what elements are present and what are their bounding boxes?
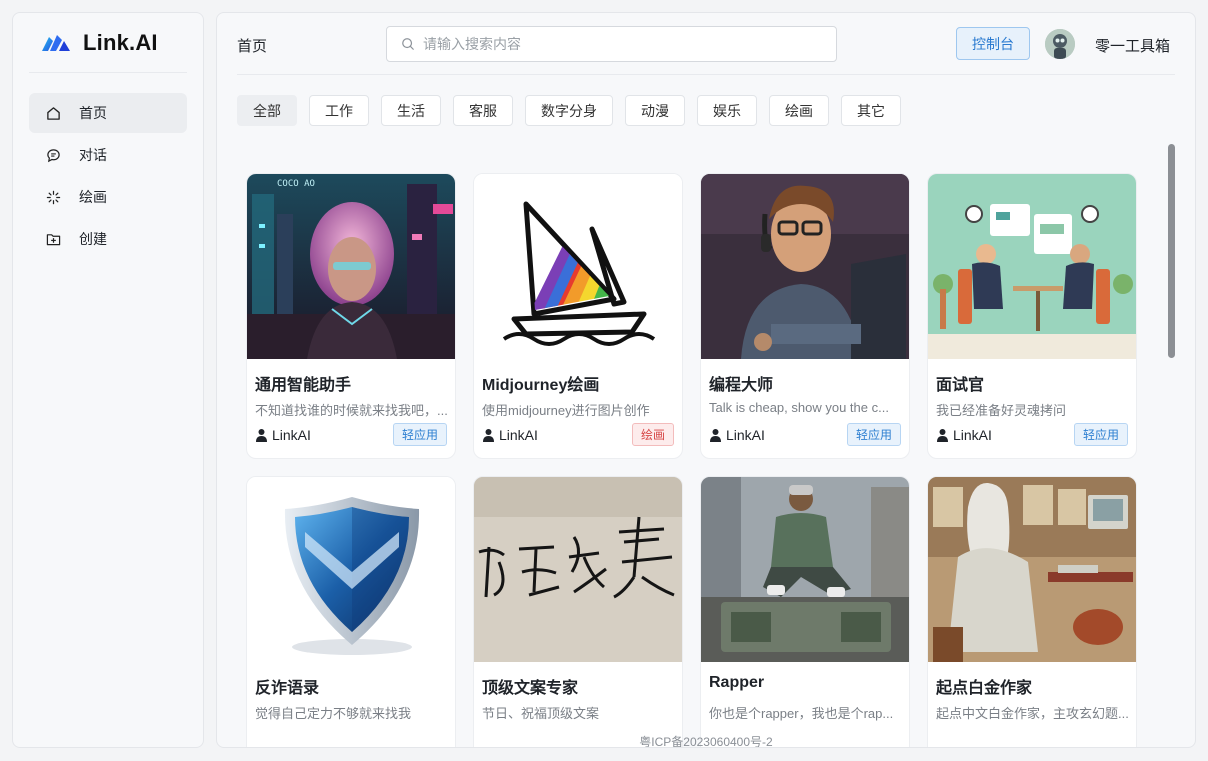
folder-plus-icon [45,231,61,247]
author-name: LinkAI [953,427,992,443]
card-description: Talk is cheap, show you the c... [709,400,889,415]
sidebar: Link.AI 首页 对话 绘画 创建 [12,12,204,748]
card-image-shield [247,477,455,662]
app-card[interactable]: 起点白金作家 起点中文白金作家，主攻玄幻题... [927,476,1137,747]
tab-drawing[interactable]: 绘画 [769,95,829,126]
home-icon [45,105,61,121]
card-author: LinkAI [255,427,311,443]
sidebar-item-home[interactable]: 首页 [29,93,187,133]
tab-other[interactable]: 其它 [841,95,901,126]
card-title: 通用智能助手 [255,377,352,394]
card-title: 面试官 [936,377,985,394]
category-tabs: 全部 工作 生活 客服 数字分身 动漫 娱乐 绘画 其它 [237,95,913,126]
console-button[interactable]: 控制台 [956,27,1030,60]
user-icon [710,429,721,442]
app-card[interactable]: 面试官 我已经准备好灵魂拷问 LinkAI 轻应用 [927,173,1137,459]
sparkle-icon [45,189,61,205]
main-panel: 首页 控制台 零一工具箱 全部 工作 生活 客服 数字分身 动漫 娱乐 绘画 其… [216,12,1196,748]
app-card[interactable]: 编程大师 Talk is cheap, show you the c... Li… [700,173,910,459]
search-icon [402,38,414,50]
avatar[interactable] [1045,29,1075,59]
username[interactable]: 零一工具箱 [1095,35,1170,56]
sidebar-item-label: 绘画 [79,189,107,205]
app-card[interactable]: COCO AO 通用智能助手 不知道找谁的时候就来找我吧，... LinkAI … [246,173,456,459]
card-author: LinkAI [936,427,992,443]
top-bar: 首页 控制台 零一工具箱 [237,13,1175,75]
user-icon [937,429,948,442]
app-type-badge: 轻应用 [392,423,447,446]
card-description: 使用midjourney进行图片创作 [482,403,650,418]
user-icon [256,429,267,442]
card-description: 起点中文白金作家，主攻玄幻题... [936,706,1129,721]
card-title: Rapper [709,674,765,691]
app-type-badge: 轻应用 [846,423,901,446]
card-image-rapper [701,477,909,662]
card-description: 你也是个rapper，我也是个rap... [709,706,894,721]
sidebar-item-label: 对话 [79,147,107,163]
app-card[interactable]: Rapper 你也是个rapper，我也是个rap... [700,476,910,747]
sidebar-item-chat[interactable]: 对话 [29,135,187,175]
card-title: Midjourney绘画 [482,377,600,394]
author-name: LinkAI [272,427,311,443]
card-image-writer [928,477,1136,662]
tab-entertainment[interactable]: 娱乐 [697,95,757,126]
card-title: 反诈语录 [255,680,320,697]
tab-work[interactable]: 工作 [309,95,369,126]
link-ai-logo-icon [42,34,70,51]
card-title: 顶级文案专家 [482,680,579,697]
tab-digital-avatar[interactable]: 数字分身 [525,95,613,126]
card-description: 节日、祝福顶级文案 [482,706,600,721]
search-box[interactable] [386,26,837,62]
card-author: LinkAI [482,427,538,443]
search-input[interactable] [423,36,823,52]
app-type-badge: 轻应用 [1073,423,1128,446]
app-card[interactable]: 反诈语录 觉得自己定力不够就来找我 [246,476,456,747]
scrollbar-thumb[interactable] [1168,144,1175,358]
card-image-programmer [701,174,909,359]
sidebar-item-draw[interactable]: 绘画 [29,177,187,217]
author-name: LinkAI [726,427,765,443]
sidebar-item-label: 首页 [79,105,107,121]
sidebar-nav: 首页 对话 绘画 创建 [13,93,203,259]
card-description: 我已经准备好灵魂拷问 [936,403,1067,418]
card-author: LinkAI [709,427,765,443]
author-name: LinkAI [499,427,538,443]
card-title: 起点白金作家 [936,680,1033,697]
card-image-midjourney [474,174,682,359]
tab-all[interactable]: 全部 [237,95,297,126]
sidebar-item-create[interactable]: 创建 [29,219,187,259]
app-type-badge: 绘画 [631,423,674,446]
svg-text:COCO AO: COCO AO [277,179,315,189]
card-image-interview [928,174,1136,359]
user-icon [483,429,494,442]
app-card[interactable]: 顶级文案专家 节日、祝福顶级文案 [473,476,683,747]
card-description: 不知道找谁的时候就来找我吧，... [255,403,448,418]
icp-footer[interactable]: 粤ICP备2023060400号-2 [217,733,1195,747]
tab-anime[interactable]: 动漫 [625,95,685,126]
card-description: 觉得自己定力不够就来找我 [255,706,412,721]
card-image-calligraphy [474,477,682,662]
page-title: 首页 [237,38,268,55]
app-card[interactable]: Midjourney绘画 使用midjourney进行图片创作 LinkAI 绘… [473,173,683,459]
logo[interactable]: Link.AI [29,13,187,73]
card-image-cyberpunk: COCO AO [247,174,455,359]
chat-icon [45,147,61,163]
sidebar-item-label: 创建 [79,231,107,247]
tab-life[interactable]: 生活 [381,95,441,126]
card-title: 编程大师 [709,377,774,394]
tab-customer-service[interactable]: 客服 [453,95,513,126]
brand-name: Link.AI [83,29,158,55]
